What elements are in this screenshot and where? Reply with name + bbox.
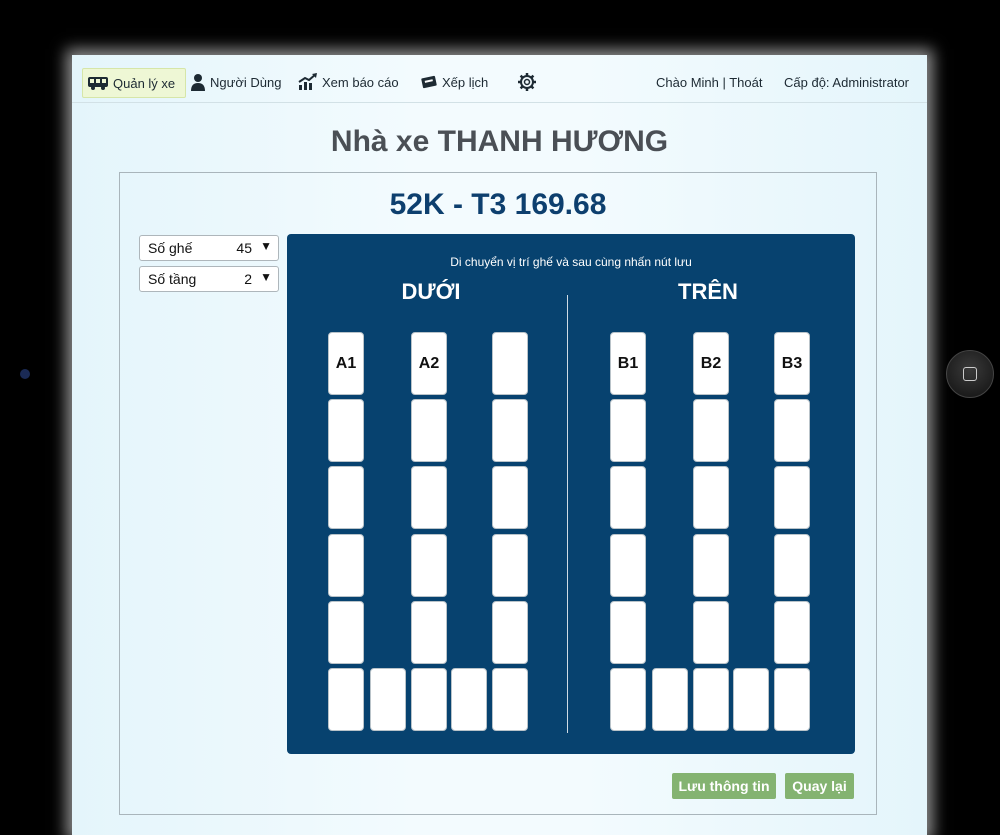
caret-down-icon: ▼ (260, 239, 272, 253)
greeting-logout[interactable]: Chào Minh | Thoát (656, 68, 762, 96)
access-level: Cấp độ: Administrator (784, 74, 910, 90)
user-icon (191, 74, 205, 91)
device-camera (20, 369, 30, 379)
seat[interactable] (328, 601, 364, 664)
seat[interactable] (774, 399, 810, 462)
seat[interactable] (774, 668, 810, 731)
seat[interactable]: B1 (610, 332, 646, 395)
seat[interactable] (370, 668, 406, 731)
seat[interactable] (492, 668, 528, 731)
seat[interactable]: B3 (774, 332, 810, 395)
nav-item-schedule[interactable]: Xếp lịch (420, 68, 488, 96)
seat[interactable]: B2 (693, 332, 729, 395)
back-button[interactable]: Quay lại (785, 773, 854, 799)
seat[interactable] (411, 466, 447, 529)
seat[interactable] (411, 601, 447, 664)
nav-item-vehicles[interactable]: Quản lý xe (82, 68, 187, 98)
seat[interactable] (774, 466, 810, 529)
bus-editor-panel: 52K - T3 169.68 Số ghế 45 ▼ Số tầng 2 ▼ … (119, 172, 877, 815)
home-square-icon (963, 367, 977, 381)
seat[interactable] (411, 534, 447, 597)
select-value: 2 (244, 271, 252, 287)
save-button[interactable]: Lưu thông tin (672, 773, 776, 799)
seat[interactable] (492, 399, 528, 462)
seat[interactable] (411, 668, 447, 731)
ticket-icon (421, 75, 437, 89)
nav-item-settings[interactable] (517, 68, 541, 96)
seat[interactable] (693, 399, 729, 462)
caret-down-icon: ▼ (260, 270, 272, 284)
seat-count-select[interactable]: Số ghế 45 ▼ (139, 235, 279, 261)
top-navbar: Quản lý xe Người Dùng Xem báo cáo Xếp lị… (72, 55, 927, 103)
select-label: Số tầng (148, 271, 197, 287)
app-screen: Quản lý xe Người Dùng Xem báo cáo Xếp lị… (72, 55, 927, 835)
lower-deck-label: DƯỚI (401, 279, 461, 304)
gear-icon (518, 73, 536, 91)
seatmap-hint: Di chuyển vị trí ghế và sau cùng nhấn nú… (450, 255, 692, 269)
seat[interactable] (492, 601, 528, 664)
seat[interactable] (693, 601, 729, 664)
seat[interactable] (492, 534, 528, 597)
seat[interactable] (693, 466, 729, 529)
chart-icon (298, 73, 317, 90)
select-value: 45 (236, 240, 252, 256)
nav-item-reports[interactable]: Xem báo cáo (298, 68, 399, 96)
page-title: Nhà xe THANH HƯƠNG (330, 125, 669, 158)
nav-label: Xếp lịch (442, 74, 489, 90)
select-label: Số ghế (148, 240, 193, 256)
seat[interactable] (693, 534, 729, 597)
nav-label: Người Dùng (210, 74, 282, 90)
seat[interactable] (774, 601, 810, 664)
nav-label: Quản lý xe (113, 75, 176, 91)
seat[interactable] (328, 668, 364, 731)
nav-item-users[interactable]: Người Dùng (190, 68, 281, 96)
seat[interactable]: A1 (328, 332, 364, 395)
seat[interactable] (652, 668, 688, 731)
seat[interactable]: A2 (411, 332, 447, 395)
deck-divider (567, 295, 568, 733)
seat[interactable] (328, 466, 364, 529)
seat[interactable] (610, 399, 646, 462)
seat[interactable] (328, 399, 364, 462)
seat[interactable] (610, 668, 646, 731)
nav-label: Xem báo cáo (322, 74, 399, 90)
seat[interactable] (610, 466, 646, 529)
seat[interactable] (492, 332, 528, 395)
seat[interactable] (610, 601, 646, 664)
seat[interactable] (492, 466, 528, 529)
seat[interactable] (328, 534, 364, 597)
seat[interactable] (733, 668, 769, 731)
floor-count-select[interactable]: Số tầng 2 ▼ (139, 266, 279, 292)
bus-icon (88, 77, 108, 90)
seat[interactable] (693, 668, 729, 731)
seat[interactable] (774, 534, 810, 597)
device-home-button[interactable] (946, 350, 994, 398)
seat[interactable] (610, 534, 646, 597)
license-plate: 52K - T3 169.68 (389, 188, 607, 221)
seat-map: Di chuyển vị trí ghế và sau cùng nhấn nú… (287, 234, 855, 754)
upper-deck-label: TRÊN (678, 279, 738, 304)
seat[interactable] (451, 668, 487, 731)
seat[interactable] (411, 399, 447, 462)
